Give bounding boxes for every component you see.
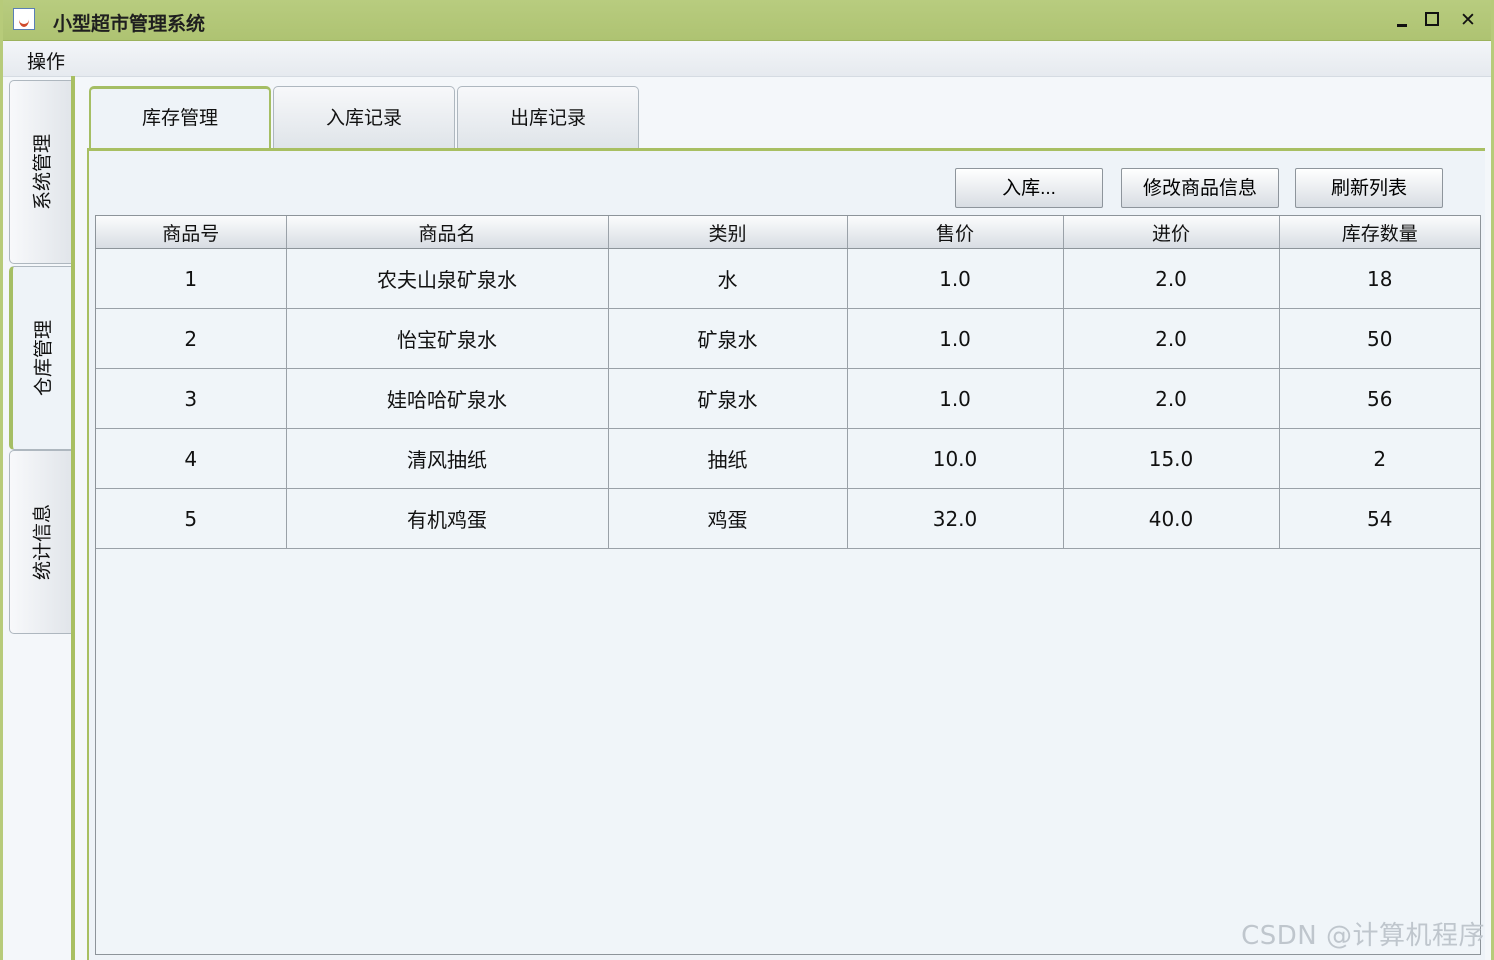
title-bar[interactable]: 小型超市管理系统 ✕ — [3, 0, 1491, 41]
table-cell[interactable]: 2.0 — [1063, 308, 1280, 369]
table-cell[interactable]: 水 — [608, 248, 848, 309]
column-header-category[interactable]: 类别 — [608, 216, 848, 249]
table-cell[interactable]: 50 — [1279, 308, 1480, 369]
inbound-button[interactable]: 入库... — [955, 168, 1103, 208]
window-title: 小型超市管理系统 — [53, 13, 206, 35]
table-cell[interactable]: 矿泉水 — [608, 308, 848, 369]
vertical-tab-bar: 系统管理 仓库管理 统计信息 — [9, 80, 73, 960]
table-cell[interactable]: 1.0 — [847, 308, 1064, 369]
table-cell[interactable]: 10.0 — [847, 428, 1064, 489]
tab-inbound-records[interactable]: 入库记录 — [273, 86, 455, 148]
table-cell[interactable]: 抽纸 — [608, 428, 848, 489]
table-cell[interactable]: 1 — [96, 248, 287, 309]
refresh-list-button[interactable]: 刷新列表 — [1295, 168, 1443, 208]
table-cell[interactable]: 鸡蛋 — [608, 488, 848, 549]
table-cell[interactable]: 15.0 — [1063, 428, 1280, 489]
sidebar-divider — [71, 76, 75, 960]
inventory-table-container[interactable]: 商品号 商品名 类别 售价 进价 库存数量 1 农夫山泉矿泉水 水 1.0 2. — [95, 215, 1481, 955]
column-header-sale-price[interactable]: 售价 — [847, 216, 1064, 249]
column-header-product-id[interactable]: 商品号 — [96, 216, 287, 249]
table-row[interactable]: 4 清风抽纸 抽纸 10.0 15.0 2 — [96, 428, 1480, 489]
table-cell[interactable]: 清风抽纸 — [286, 428, 609, 489]
java-app-icon — [13, 8, 35, 30]
sidebar-tab-label: 仓库管理 — [32, 319, 55, 397]
inventory-panel: 入库... 修改商品信息 刷新列表 商品号 商品名 类别 售价 进价 库存数量 … — [87, 148, 1485, 960]
table-row[interactable]: 2 怡宝矿泉水 矿泉水 1.0 2.0 50 — [96, 308, 1480, 369]
table-cell[interactable]: 娃哈哈矿泉水 — [286, 368, 609, 429]
menu-bar: 操作 — [3, 41, 1491, 77]
horizontal-tab-bar: 库存管理 入库记录 出库记录 — [89, 86, 649, 150]
maximize-icon[interactable] — [1419, 7, 1445, 33]
table-cell[interactable]: 54 — [1279, 488, 1480, 549]
menu-operation[interactable]: 操作 — [27, 47, 65, 74]
sidebar-tab-system-management[interactable]: 系统管理 — [9, 80, 71, 264]
application-window: 小型超市管理系统 ✕ 操作 系统管理 仓库管理 统计信息 库存管理 入库记录 出… — [0, 0, 1494, 960]
table-cell[interactable]: 4 — [96, 428, 287, 489]
table-row[interactable]: 1 农夫山泉矿泉水 水 1.0 2.0 18 — [96, 248, 1480, 309]
minimize-icon[interactable] — [1389, 7, 1415, 33]
table-cell[interactable]: 2.0 — [1063, 248, 1280, 309]
table-cell[interactable]: 有机鸡蛋 — [286, 488, 609, 549]
column-header-purchase-price[interactable]: 进价 — [1063, 216, 1280, 249]
table-row[interactable]: 5 有机鸡蛋 鸡蛋 32.0 40.0 54 — [96, 488, 1480, 549]
inventory-table[interactable]: 商品号 商品名 类别 售价 进价 库存数量 1 农夫山泉矿泉水 水 1.0 2. — [96, 216, 1480, 549]
inventory-toolbar: 入库... 修改商品信息 刷新列表 — [955, 168, 1465, 210]
table-cell[interactable]: 2 — [1279, 428, 1480, 489]
table-cell[interactable]: 1.0 — [847, 248, 1064, 309]
table-cell[interactable]: 40.0 — [1063, 488, 1280, 549]
csdn-watermark: CSDN @计算机程序 — [1241, 921, 1485, 951]
table-cell[interactable]: 怡宝矿泉水 — [286, 308, 609, 369]
table-cell[interactable]: 56 — [1279, 368, 1480, 429]
table-cell[interactable]: 矿泉水 — [608, 368, 848, 429]
table-cell[interactable]: 32.0 — [847, 488, 1064, 549]
table-row[interactable]: 3 娃哈哈矿泉水 矿泉水 1.0 2.0 56 — [96, 368, 1480, 429]
sidebar-tab-label: 系统管理 — [31, 133, 53, 211]
table-cell[interactable]: 农夫山泉矿泉水 — [286, 248, 609, 309]
column-header-product-name[interactable]: 商品名 — [286, 216, 609, 249]
sidebar-tab-warehouse-management[interactable]: 仓库管理 — [9, 266, 71, 450]
column-header-stock-quantity[interactable]: 库存数量 — [1279, 216, 1480, 249]
table-cell[interactable]: 5 — [96, 488, 287, 549]
table-cell[interactable]: 18 — [1279, 248, 1480, 309]
table-cell[interactable]: 2 — [96, 308, 287, 369]
tab-inventory-management[interactable]: 库存管理 — [89, 86, 271, 148]
sidebar-tab-label: 统计信息 — [31, 503, 53, 581]
table-cell[interactable]: 2.0 — [1063, 368, 1280, 429]
close-icon[interactable]: ✕ — [1455, 7, 1481, 33]
table-cell[interactable]: 3 — [96, 368, 287, 429]
table-cell[interactable]: 1.0 — [847, 368, 1064, 429]
table-header-row: 商品号 商品名 类别 售价 进价 库存数量 — [96, 216, 1480, 249]
edit-product-button[interactable]: 修改商品信息 — [1121, 168, 1279, 208]
tab-outbound-records[interactable]: 出库记录 — [457, 86, 639, 148]
sidebar-tab-statistics[interactable]: 统计信息 — [9, 450, 71, 634]
